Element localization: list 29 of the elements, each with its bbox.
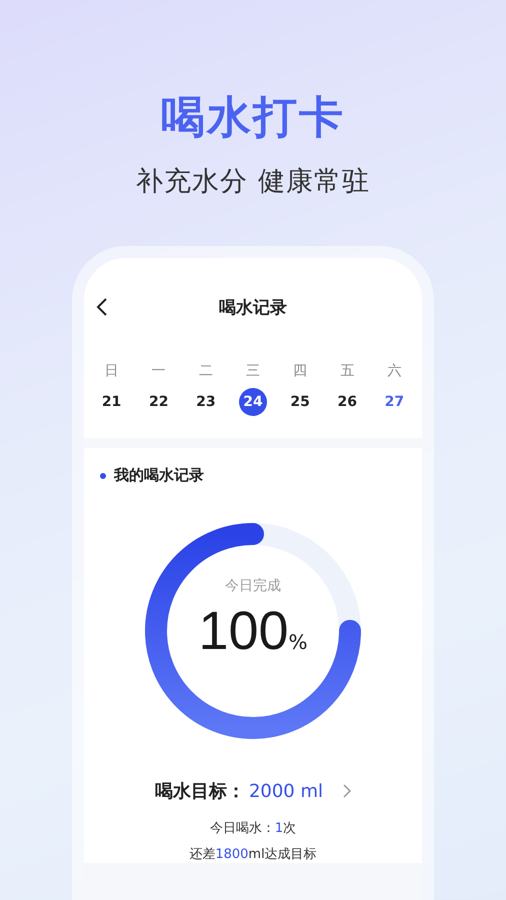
date-item[interactable]: 27: [380, 388, 408, 416]
weekday-label: 三: [244, 362, 261, 381]
date-item[interactable]: 21: [98, 388, 126, 416]
percent-value: 100: [198, 600, 289, 663]
goal-value: 2000 ml: [248, 780, 324, 802]
goal-row[interactable]: 喝水目标： 2000 ml: [154, 779, 352, 803]
date-item[interactable]: 23: [192, 388, 220, 416]
weekday-label: 五: [339, 362, 356, 381]
weekday-label: 二: [198, 362, 214, 381]
date-item[interactable]: 22: [144, 388, 173, 416]
back-icon[interactable]: [96, 297, 108, 317]
weekday-label: 四: [292, 362, 308, 381]
headline: 喝水打卡: [161, 91, 345, 145]
date-item[interactable]: 26: [333, 388, 362, 416]
tagline: 补充水分 健康常驻: [136, 165, 370, 199]
weekday-label: 日: [104, 362, 120, 381]
date-item[interactable]: 24: [238, 388, 267, 416]
percent-unit: %: [288, 630, 308, 654]
weekday-label: 六: [386, 362, 402, 381]
bullet-dot: [100, 472, 106, 478]
goal-label: 喝水目标：: [154, 780, 245, 803]
weekday-label: 一: [150, 362, 167, 381]
chevron-icon: [343, 784, 352, 798]
stat-text: 今日喝水：1次: [210, 820, 296, 837]
stat-text: 还差1800ml达成目标: [189, 846, 317, 863]
screen-title: 喝水记录: [219, 296, 287, 318]
ring-caption: 今日完成: [225, 577, 281, 595]
date-item[interactable]: 25: [286, 388, 314, 416]
section-heading: 我的喝水记录: [114, 466, 204, 485]
